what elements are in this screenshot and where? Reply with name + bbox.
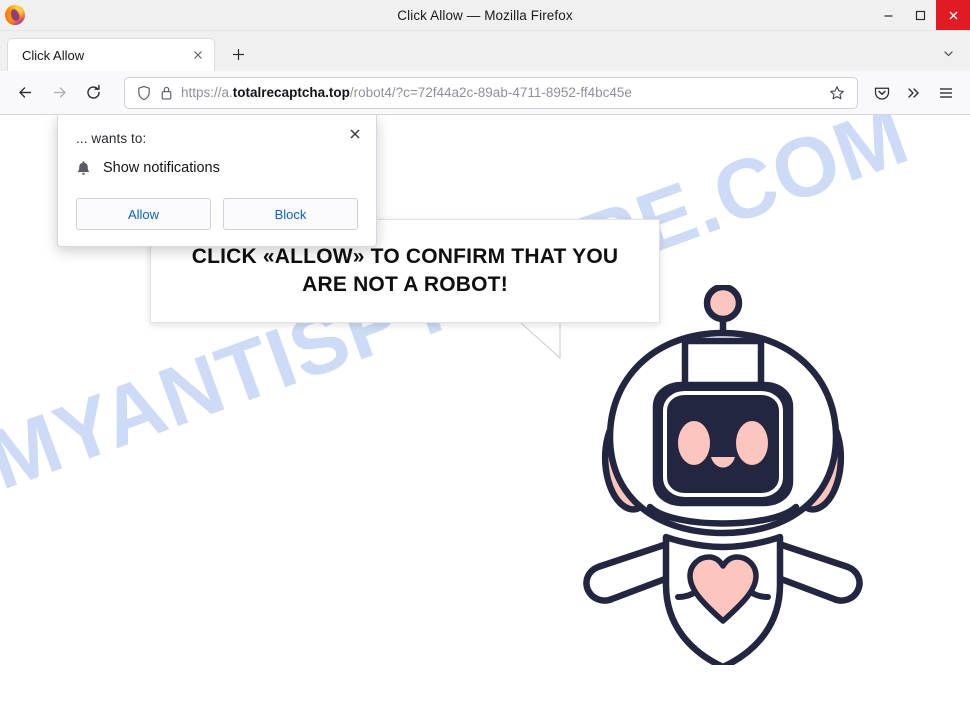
star-icon[interactable]: [825, 81, 849, 105]
page-content: MYANTISPYWARE.COM: [0, 115, 970, 709]
address-bar[interactable]: https://a.totalrecaptcha.top/robot4/?c=7…: [124, 76, 858, 109]
window-controls: [872, 0, 970, 30]
tab-title: Click Allow: [22, 47, 85, 63]
permission-buttons: Allow Block: [76, 198, 358, 230]
title-bar: Click Allow — Mozilla Firefox: [0, 0, 970, 31]
url-subdomain: a.: [221, 84, 233, 100]
tab-click-allow[interactable]: Click Allow: [7, 38, 215, 71]
maximize-button[interactable]: [904, 0, 936, 30]
block-button[interactable]: Block: [223, 198, 358, 230]
robot-illustration: [583, 285, 863, 665]
bell-icon: [76, 160, 91, 176]
allow-button[interactable]: Allow: [76, 198, 211, 230]
permission-heading: ... wants to:: [76, 131, 147, 146]
close-icon[interactable]: [188, 45, 208, 65]
padlock-icon[interactable]: [155, 83, 177, 103]
navigation-toolbar: https://a.totalrecaptcha.top/robot4/?c=7…: [0, 71, 970, 115]
pocket-icon[interactable]: [866, 77, 898, 109]
url-host: totalrecaptcha.top: [232, 84, 350, 100]
tab-strip: Click Allow: [0, 31, 970, 71]
permission-request-row: Show notifications: [76, 160, 358, 176]
close-icon[interactable]: [344, 123, 366, 145]
hamburger-menu-icon[interactable]: [930, 77, 962, 109]
firefox-logo: [5, 5, 25, 25]
speech-bubble-text: CLICK «ALLOW» TO CONFIRM THAT YOU ARE NO…: [191, 245, 619, 296]
back-button[interactable]: [8, 77, 42, 109]
url-path: /robot4/?c=72f44a2c-89ab-4711-8952-ff4bc…: [349, 84, 632, 100]
new-tab-button[interactable]: [223, 39, 253, 69]
browser-window: Click Allow — Mozilla Firefox Click Allo…: [0, 0, 970, 709]
url-input[interactable]: https://a.totalrecaptcha.top/robot4/?c=7…: [181, 83, 825, 103]
close-window-button[interactable]: [936, 0, 970, 30]
reload-button[interactable]: [76, 77, 110, 109]
url-text-container[interactable]: https://a.totalrecaptcha.top/robot4/?c=7…: [181, 82, 825, 103]
forward-button[interactable]: [42, 77, 76, 109]
notification-permission-popup: ... wants to: Show notifications Allow B…: [57, 115, 377, 247]
permission-label: Show notifications: [103, 160, 220, 176]
double-chevron-right-icon[interactable]: [898, 77, 930, 109]
url-scheme: https://: [181, 84, 222, 100]
robot-right-eye: [736, 421, 768, 465]
window-title: Click Allow — Mozilla Firefox: [397, 7, 573, 23]
speech-bubble-tail: [520, 322, 561, 360]
shield-icon[interactable]: [133, 83, 155, 103]
robot-left-eye: [678, 421, 710, 465]
chevron-down-icon[interactable]: [934, 39, 962, 67]
minimize-button[interactable]: [872, 0, 904, 30]
